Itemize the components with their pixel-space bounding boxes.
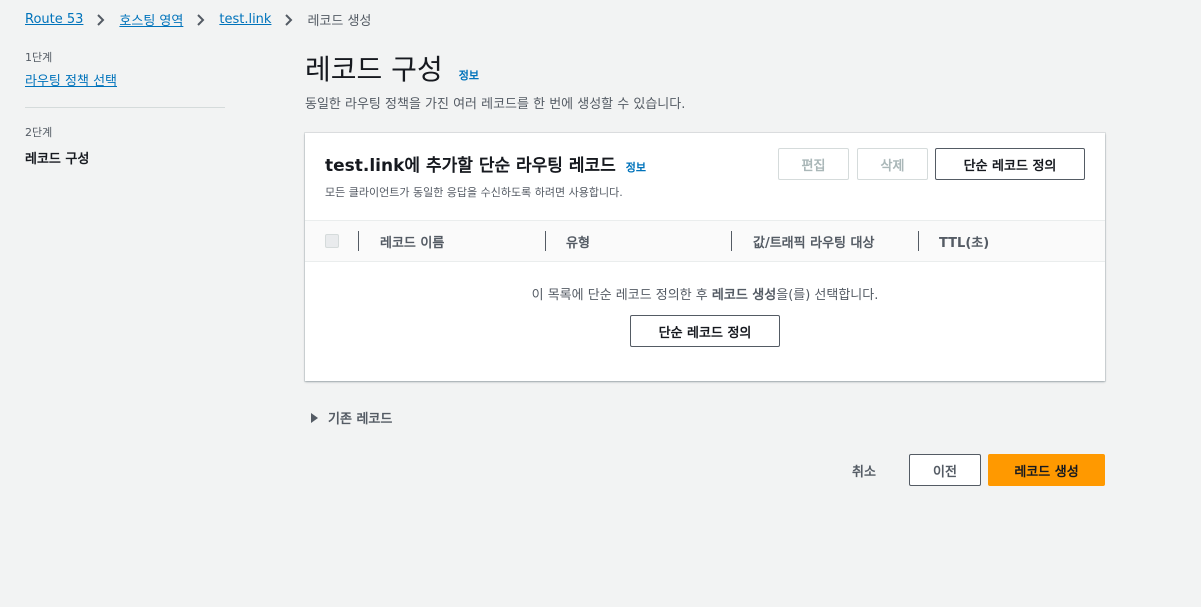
breadcrumb-test-link[interactable]: test.link [219,12,271,27]
column-value: 값/트래픽 라우팅 대상 [753,236,875,251]
column-divider [731,231,732,251]
column-divider [358,231,359,251]
empty-message-bold: 레코드 생성 [711,288,777,303]
step1-label: 1단계 [25,51,53,64]
wizard-steps: 1단계 라우팅 정책 선택 2단계 레코드 구성 [25,49,225,167]
delete-button[interactable]: 삭제 [857,148,928,180]
column-ttl: TTL(초) [939,236,990,251]
simple-records-panel: test.link에 추가할 단순 라우팅 레코드 정보 모든 클라이언트가 동… [305,133,1105,381]
page-info-link[interactable]: 정보 [459,67,479,83]
breadcrumb-current: 레코드 생성 [307,14,372,29]
page-header: 레코드 구성 정보 [305,48,479,88]
step2-label: 2단계 [25,126,53,139]
previous-button[interactable]: 이전 [909,454,981,486]
breadcrumb-route53[interactable]: Route 53 [25,12,83,27]
page-subtitle: 동일한 라우팅 정책을 가진 여러 레코드를 한 번에 생성할 수 있습니다. [305,97,686,112]
column-record-name: 레코드 이름 [380,236,445,251]
existing-records-expander[interactable]: 기존 레코드 [311,408,392,427]
panel-header: test.link에 추가할 단순 라우팅 레코드 정보 [325,151,646,176]
edit-button[interactable]: 편집 [778,148,849,180]
column-divider [918,231,919,251]
step-divider [25,107,225,108]
empty-message-prefix: 이 목록에 단순 레코드 정의한 후 [531,288,712,303]
chevron-right-icon [97,13,105,26]
define-simple-record-button[interactable]: 단순 레코드 정의 [935,148,1085,180]
column-divider [545,231,546,251]
create-records-button[interactable]: 레코드 생성 [988,454,1105,486]
cancel-button[interactable]: 취소 [852,461,876,480]
breadcrumb-hosted-zones[interactable]: 호스팅 영역 [119,10,183,29]
caret-right-icon [311,412,318,423]
breadcrumb: Route 53 호스팅 영역 test.link 레코드 생성 [25,10,371,29]
panel-description: 모든 클라이언트가 동일한 응답을 수신하도록 하려면 사용합니다. [325,186,623,199]
step2-current: 레코드 구성 [25,152,90,167]
define-simple-record-empty-button[interactable]: 단순 레코드 정의 [630,315,780,347]
empty-state-message: 이 목록에 단순 레코드 정의한 후 레코드 생성을(를) 선택합니다. [305,284,1105,303]
select-all-checkbox[interactable] [325,234,339,248]
column-type: 유형 [566,236,590,251]
chevron-right-icon [285,13,293,26]
empty-message-suffix: 을(를) 선택합니다. [776,288,879,303]
panel-info-link[interactable]: 정보 [626,159,646,175]
records-table-header: 레코드 이름 유형 값/트래픽 라우팅 대상 TTL(초) [305,220,1105,262]
existing-records-label: 기존 레코드 [328,412,393,427]
page-title: 레코드 구성 [305,53,443,86]
panel-title: test.link에 추가할 단순 라우팅 레코드 [325,156,616,176]
chevron-right-icon [197,13,205,26]
step1-link[interactable]: 라우팅 정책 선택 [25,70,117,89]
